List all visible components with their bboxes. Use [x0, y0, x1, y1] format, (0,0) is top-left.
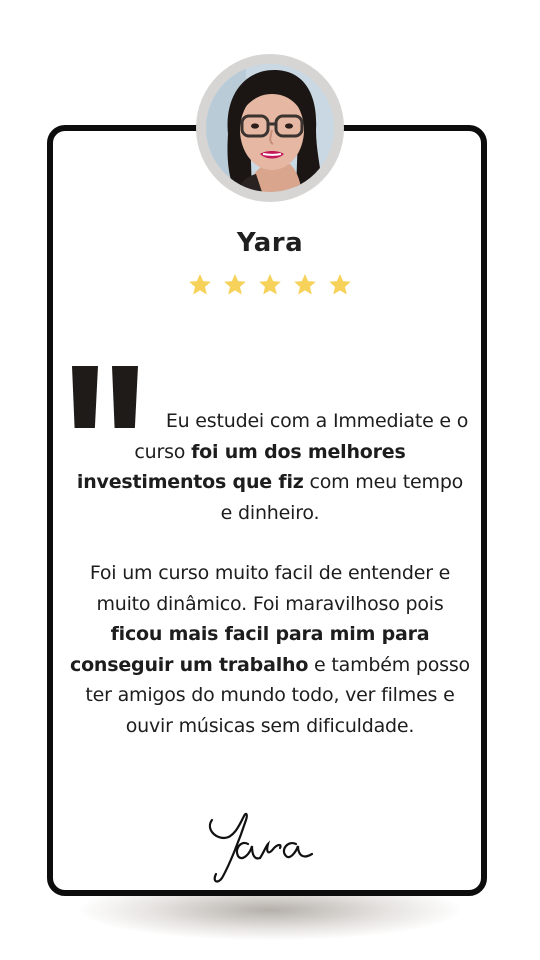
- signature: [208, 812, 314, 883]
- star-icon: [327, 272, 353, 298]
- reviewer-name: Yara: [236, 228, 304, 258]
- avatar-photo: [206, 64, 334, 192]
- avatar-frame: [196, 54, 344, 202]
- testimonial-paragraph-1: Eu estudei com a Immediate e o curso foi…: [76, 410, 469, 524]
- avatar: [206, 64, 334, 192]
- star-icon: [292, 272, 318, 298]
- testimonial-paragraph-2: Foi um curso muito facil de entender e m…: [70, 562, 470, 737]
- star-icon: [257, 272, 283, 298]
- star-icon: [187, 272, 213, 298]
- star-icon: [222, 272, 248, 298]
- testimonial-text: Eu estudei com a Immediate e o curso foi…: [70, 406, 470, 741]
- testimonial-page: Yara Eu estudei com a Immediate e o curs…: [0, 0, 540, 960]
- rating-stars: [0, 272, 540, 298]
